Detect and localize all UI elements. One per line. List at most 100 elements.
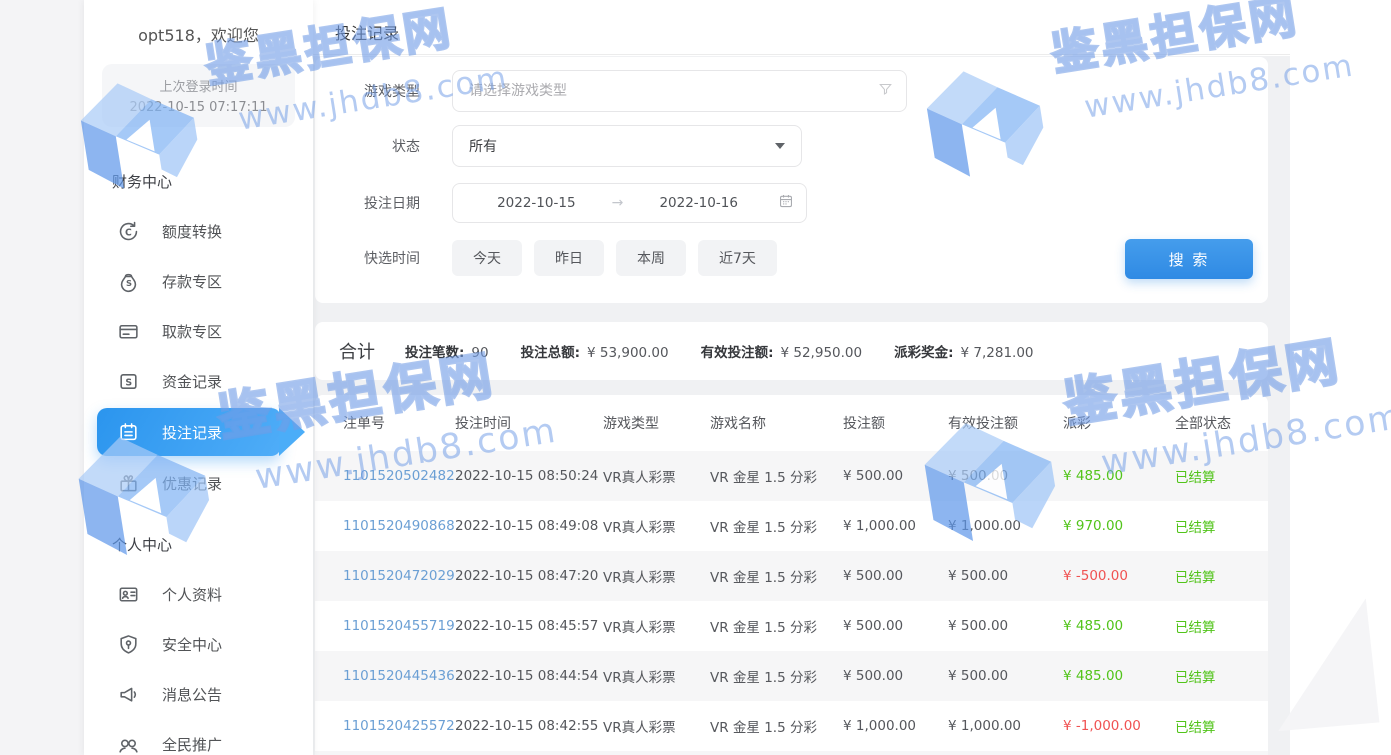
- section-title-finance: 财务中心: [112, 171, 313, 192]
- sidebar-item-bet-record[interactable]: 投注记录: [84, 407, 313, 457]
- table-row: 1101520445436... 2022-10-15 08:44:54 VR真…: [315, 651, 1268, 701]
- col-payout: 派彩: [1063, 413, 1175, 433]
- svg-text:C: C: [124, 227, 131, 238]
- col-order-id: 注单号: [343, 413, 455, 433]
- bet-total-value: ¥ 53,900.00: [587, 345, 669, 361]
- game-type-input[interactable]: [452, 70, 907, 112]
- bet-time: 2022-10-15 08:45:57: [455, 618, 603, 634]
- svg-text:S: S: [125, 277, 131, 287]
- sidebar-item-withdraw[interactable]: 取款专区: [84, 306, 313, 356]
- sidebar-item-promo-record[interactable]: 优惠记录: [84, 458, 313, 508]
- quick-btn-last-7-days[interactable]: 近7天: [698, 240, 777, 276]
- last-login-card: 上次登录时间 2022-10-15 07:17:11: [102, 64, 295, 127]
- calendar-icon: [778, 193, 794, 213]
- withdraw-icon: [116, 319, 140, 343]
- payout-amount: ¥ 485.00: [1063, 468, 1175, 484]
- start-date-field[interactable]: 2022-10-15: [465, 195, 608, 211]
- payout-total-value: ¥ 7,281.00: [961, 345, 1034, 361]
- bet-amount: ¥ 500.00: [843, 618, 948, 634]
- payout-amount: ¥ -500.00: [1063, 568, 1175, 584]
- status-badge: 已结算: [1175, 466, 1268, 486]
- game-type: VR真人彩票: [603, 716, 710, 736]
- chevron-down-icon: [775, 143, 785, 149]
- page-title: 投注记录: [335, 20, 399, 44]
- order-id-link[interactable]: 1101520502482...: [343, 468, 455, 484]
- col-game-name: 游戏名称: [710, 413, 843, 433]
- order-id-link[interactable]: 1101520455719...: [343, 618, 455, 634]
- game-name: VR 金星 1.5 分彩: [710, 716, 843, 736]
- order-id-link[interactable]: 1101520490868...: [343, 518, 455, 534]
- order-id-link[interactable]: 1101520425572...: [343, 718, 455, 734]
- game-type: VR真人彩票: [603, 616, 710, 636]
- payout-total-label: 派彩奖金:: [894, 341, 953, 361]
- status-badge: 已结算: [1175, 666, 1268, 686]
- sidebar-item-profile[interactable]: 个人资料: [84, 569, 313, 619]
- table-header-row: 注单号 投注时间 游戏类型 游戏名称 投注额 有效投注额 派彩 全部状态: [315, 395, 1268, 451]
- table-row: 1101520490868... 2022-10-15 08:49:08 VR真…: [315, 501, 1268, 551]
- deposit-icon: S: [116, 269, 140, 293]
- last-login-time: 2022-10-15 07:17:11: [108, 100, 289, 115]
- sidebar-item-label: 个人资料: [162, 584, 222, 605]
- search-button[interactable]: 搜 索: [1125, 239, 1253, 279]
- sidebar-item-funds-record[interactable]: S 资金记录: [84, 356, 313, 406]
- game-type: VR真人彩票: [603, 516, 710, 536]
- sidebar-item-quota-exchange[interactable]: C 额度转换: [84, 206, 313, 256]
- bet-count-label: 投注笔数:: [405, 341, 464, 361]
- security-icon: [116, 632, 140, 656]
- sidebar-item-label: 存款专区: [162, 271, 222, 292]
- sidebar-item-deposit[interactable]: S 存款专区: [84, 256, 313, 306]
- bet-amount: ¥ 1,000.00: [843, 518, 948, 534]
- bet-date-label: 投注日期: [315, 193, 420, 213]
- quick-btn-this-week[interactable]: 本周: [616, 240, 686, 276]
- sidebar-item-label: 优惠记录: [162, 473, 222, 494]
- table-row: 1101520425572... 2022-10-15 08:42:55 VR真…: [315, 701, 1268, 751]
- bet-amount: ¥ 500.00: [843, 568, 948, 584]
- sidebar-item-referral[interactable]: 全民推广: [84, 719, 313, 755]
- sidebar-item-label: 资金记录: [162, 371, 222, 392]
- order-id-link[interactable]: 1101520472029...: [343, 568, 455, 584]
- section-title-personal: 个人中心: [112, 534, 313, 555]
- sidebar-item-security[interactable]: 安全中心: [84, 619, 313, 669]
- end-date-field[interactable]: 2022-10-16: [627, 195, 770, 211]
- payout-amount: ¥ 485.00: [1063, 618, 1175, 634]
- valid-bet-amount: ¥ 500.00: [948, 568, 1063, 584]
- referral-icon: [116, 732, 140, 755]
- personal-menu: 个人资料 安全中心 消息公告 全民推广: [84, 569, 313, 755]
- sidebar-item-label: 投注记录: [162, 422, 222, 443]
- bet-time: 2022-10-15 08:47:20: [455, 568, 603, 584]
- status-badge: 已结算: [1175, 516, 1268, 536]
- page-left-margin: [0, 0, 84, 755]
- valid-bet-total-label: 有效投注额:: [701, 341, 774, 361]
- bet-record-page: opt518，欢迎您 上次登录时间 2022-10-15 07:17:11 财务…: [0, 0, 1391, 755]
- game-name: VR 金星 1.5 分彩: [710, 466, 843, 486]
- status-select[interactable]: 所有: [452, 125, 802, 167]
- bet-records-table: 注单号 投注时间 游戏类型 游戏名称 投注额 有效投注额 派彩 全部状态 110…: [315, 395, 1268, 755]
- table-row: 1101520455719... 2022-10-15 08:45:57 VR真…: [315, 601, 1268, 651]
- col-valid-bet: 有效投注额: [948, 413, 1063, 433]
- quick-btn-yesterday[interactable]: 昨日: [534, 240, 604, 276]
- valid-bet-amount: ¥ 1,000.00: [948, 718, 1063, 734]
- col-bet-time: 投注时间: [455, 413, 603, 433]
- game-type: VR真人彩票: [603, 466, 710, 486]
- svg-text:S: S: [125, 377, 132, 388]
- promo-record-icon: [116, 471, 140, 495]
- bet-time: 2022-10-15 08:50:24: [455, 468, 603, 484]
- payout-amount: ¥ 485.00: [1063, 668, 1175, 684]
- table-row: 1101520502482... 2022-10-15 08:50:24 VR真…: [315, 451, 1268, 501]
- filter-funnel-icon: [878, 82, 893, 101]
- sidebar: opt518，欢迎您 上次登录时间 2022-10-15 07:17:11 财务…: [84, 0, 313, 755]
- sidebar-item-announcement[interactable]: 消息公告: [84, 669, 313, 719]
- game-name: VR 金星 1.5 分彩: [710, 616, 843, 636]
- date-range-picker[interactable]: 2022-10-15 → 2022-10-16: [452, 183, 807, 223]
- bet-time: 2022-10-15 08:42:55: [455, 718, 603, 734]
- sidebar-item-label: 安全中心: [162, 634, 222, 655]
- quick-btn-today[interactable]: 今天: [452, 240, 522, 276]
- last-login-label: 上次登录时间: [108, 76, 289, 95]
- sidebar-item-label: 额度转换: [162, 221, 222, 242]
- valid-bet-total-value: ¥ 52,950.00: [781, 345, 863, 361]
- order-id-link[interactable]: 1101520445436...: [343, 668, 455, 684]
- quick-time-label: 快选时间: [315, 248, 420, 268]
- bet-amount: ¥ 500.00: [843, 668, 948, 684]
- valid-bet-amount: ¥ 500.00: [948, 468, 1063, 484]
- summary-title: 合计: [339, 338, 375, 364]
